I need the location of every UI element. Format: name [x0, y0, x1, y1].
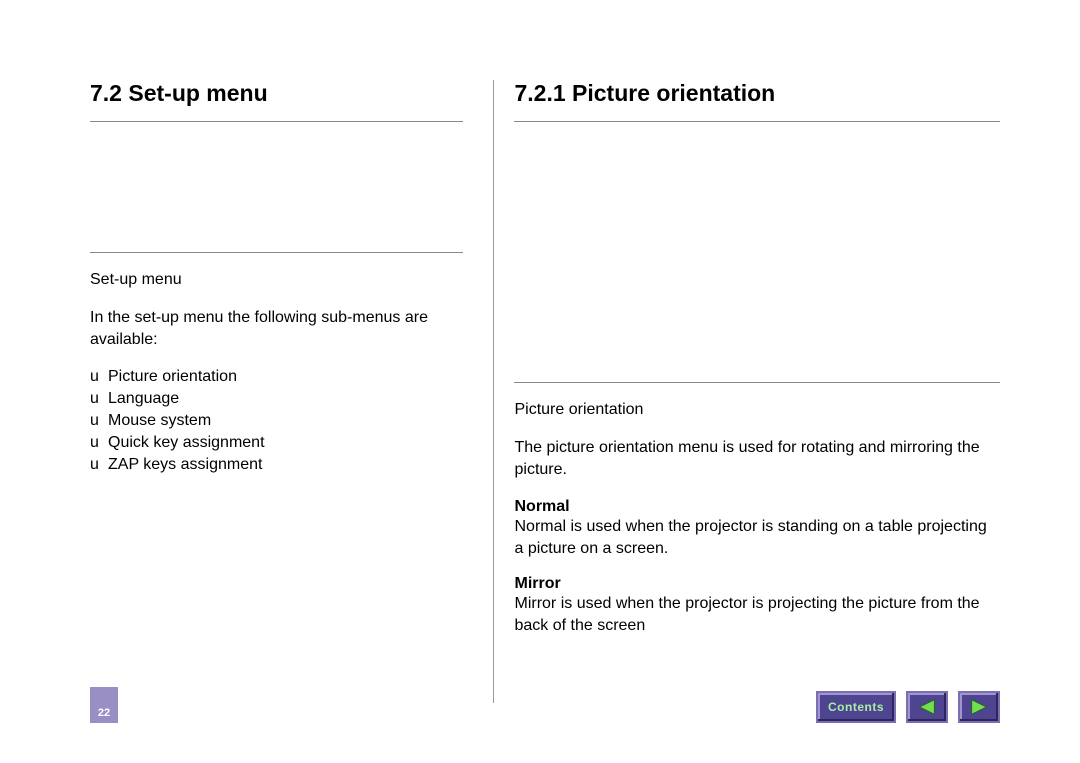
right-column: 7.2.1 Picture orientation Picture orient…: [494, 80, 1000, 703]
left-bullet-list: uPicture orientation uLanguage uMouse sy…: [90, 368, 463, 474]
desc-mirror: Mirror is used when the projector is pro…: [514, 593, 1000, 636]
page-number-badge: 22: [90, 687, 118, 723]
term-mirror: Mirror: [514, 575, 1000, 593]
nav-group: Contents: [816, 691, 1000, 723]
left-subhead: Set-up menu: [90, 271, 463, 289]
left-intro: In the set-up menu the following sub-men…: [90, 307, 463, 350]
term-normal: Normal: [514, 498, 1000, 516]
left-column: 7.2 Set-up menu Set-up menu In the set-u…: [90, 80, 493, 703]
right-mid-rule: [514, 382, 1000, 383]
list-item: uPicture orientation: [90, 368, 463, 386]
desc-normal: Normal is used when the projector is sta…: [514, 516, 1000, 559]
contents-button[interactable]: Contents: [816, 691, 896, 723]
list-item: uMouse system: [90, 412, 463, 430]
next-page-button[interactable]: [958, 691, 1000, 723]
list-item: uZAP keys assignment: [90, 456, 463, 474]
right-heading: 7.2.1 Picture orientation: [514, 80, 1000, 107]
prev-page-button[interactable]: [906, 691, 948, 723]
left-heading: 7.2 Set-up menu: [90, 80, 463, 107]
footer: 22 Contents: [90, 683, 1000, 723]
list-item: uQuick key assignment: [90, 434, 463, 452]
list-item: uLanguage: [90, 390, 463, 408]
right-intro: The picture orientation menu is used for…: [514, 437, 1000, 480]
arrow-left-icon: [916, 696, 938, 718]
right-subhead: Picture orientation: [514, 401, 1000, 419]
left-mid-rule: [90, 252, 463, 253]
arrow-right-icon: [968, 696, 990, 718]
